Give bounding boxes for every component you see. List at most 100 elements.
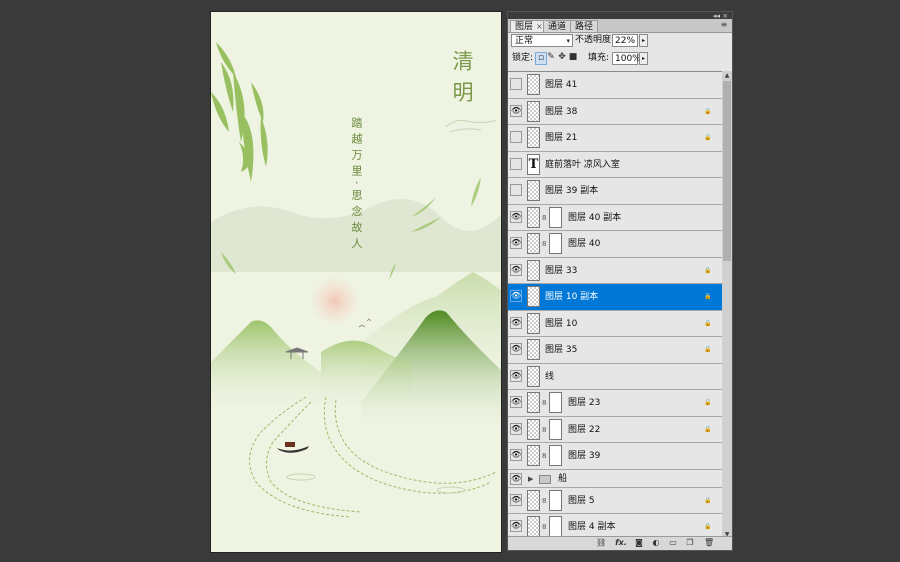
layer-row[interactable]: 👁 8 图层 40 副本 [508,204,722,232]
layer-row[interactable]: 图层 41 [508,72,722,99]
layer-group-row[interactable]: 👁 ▶ 船 [508,469,722,488]
layer-row[interactable]: 👁 8 图层 23 🔒 [508,390,722,417]
tab-channels[interactable]: 通道 [543,20,572,32]
layer-row[interactable]: 👁 8 图层 5 🔒 [508,487,722,515]
layer-row[interactable]: T 庭前落叶 凉风入室 [508,151,722,179]
tab-close-icon[interactable]: × [536,22,543,31]
layer-name[interactable]: 图层 39 副本 [545,178,598,205]
fx-icon[interactable]: fx. [614,538,628,548]
visibility-eye-icon[interactable]: 👁 [510,472,522,485]
mask-link-chain-icon[interactable]: 8 [542,452,546,460]
layer-row[interactable]: 👁 图层 10 🔒 [508,310,722,338]
adjustment-icon[interactable]: ◐ [651,538,661,548]
layer-thumbnail[interactable] [527,259,540,281]
layer-name[interactable]: 庭前落叶 凉风入室 [545,152,620,179]
layer-thumbnail[interactable] [527,312,540,334]
layer-thumbnail[interactable] [527,180,540,201]
layer-mask-thumbnail[interactable] [549,233,562,254]
layer-name[interactable]: 图层 10 副本 [545,284,598,311]
scroll-thumb[interactable] [723,81,731,261]
layer-row[interactable]: 👁 8 图层 40 [508,231,722,258]
layer-row[interactable]: 👁 图层 38 🔒 [508,98,722,126]
mask-link-chain-icon[interactable]: 8 [542,399,546,407]
lock-position-icon[interactable]: ✥ [557,52,567,63]
layer-name[interactable]: 船 [558,470,567,488]
layer-row[interactable]: 👁 8 图层 39 [508,443,722,470]
layer-thumbnail[interactable] [527,127,540,148]
layer-name[interactable]: 图层 35 [545,337,577,364]
layer-name[interactable]: 图层 23 [568,390,600,417]
layer-name[interactable]: 线 [545,364,554,391]
layer-thumbnail[interactable] [527,418,540,440]
lock-all-icon[interactable]: ■ [568,52,578,63]
layer-thumbnail[interactable] [527,392,540,413]
visibility-eye-icon[interactable] [510,78,522,90]
lock-image-pixels-icon[interactable]: ✎ [546,52,556,63]
mask-link-chain-icon[interactable]: 8 [542,497,546,505]
visibility-eye-icon[interactable]: 👁 [510,237,522,249]
layer-mask-thumbnail[interactable] [549,445,562,466]
layer-name[interactable]: 图层 40 [568,231,600,258]
layer-row[interactable]: 👁 图层 33 🔒 [508,257,722,285]
layer-thumbnail[interactable] [527,206,540,228]
blend-mode-select[interactable]: 正常 ▾ [511,34,573,47]
fill-slider-arrow-icon[interactable]: ▸ [639,52,648,65]
layer-row[interactable]: 👁 图层 10 副本 🔒 [508,284,722,311]
layer-thumbnail[interactable] [527,286,540,307]
new-layer-icon[interactable]: ❐ [685,538,695,548]
visibility-eye-icon[interactable]: 👁 [510,520,522,532]
layer-name[interactable]: 图层 22 [568,417,600,444]
layer-thumbnail[interactable] [527,100,540,122]
layer-mask-thumbnail[interactable] [549,392,562,413]
fill-input[interactable]: 100% [612,52,641,65]
layer-thumbnail[interactable] [527,233,540,254]
layer-row[interactable]: 👁 图层 35 🔒 [508,337,722,364]
layer-name[interactable]: 图层 41 [545,72,577,99]
layer-thumbnail[interactable] [527,489,540,511]
layer-row[interactable]: 图层 39 副本 [508,178,722,205]
layer-mask-thumbnail[interactable] [549,489,562,511]
mask-icon[interactable]: ◙ [634,538,644,548]
layer-row[interactable]: 👁 线 [508,363,722,391]
layer-row[interactable]: 👁 8 图层 22 🔒 [508,416,722,444]
visibility-eye-icon[interactable] [510,157,522,170]
mask-link-chain-icon[interactable]: 8 [542,426,546,434]
layer-name[interactable]: 图层 33 [545,258,577,285]
opacity-input[interactable]: 22% [612,34,638,47]
layer-thumbnail[interactable] [527,339,540,360]
layer-thumbnail[interactable] [527,74,540,95]
document-canvas[interactable]: 清明 踏越万里·思念故人 [210,11,502,553]
layer-mask-thumbnail[interactable] [549,418,562,440]
layer-name[interactable]: 图层 10 [545,311,577,338]
visibility-eye-icon[interactable]: 👁 [510,396,522,408]
visibility-eye-icon[interactable] [510,184,522,196]
layer-thumbnail[interactable] [527,365,540,387]
link-icon[interactable]: ⛓ [596,538,606,548]
opacity-slider-arrow-icon[interactable]: ▸ [639,34,648,47]
text-layer-thumbnail[interactable]: T [527,153,540,175]
visibility-eye-icon[interactable]: 👁 [510,343,522,355]
visibility-eye-icon[interactable]: 👁 [510,104,522,117]
group-expand-arrow-icon[interactable]: ▶ [528,470,533,488]
layer-row[interactable]: 图层 21 🔒 [508,125,722,152]
trash-icon[interactable]: 🗑 [704,538,714,548]
visibility-eye-icon[interactable] [510,131,522,143]
visibility-eye-icon[interactable]: 👁 [510,422,522,435]
visibility-eye-icon[interactable]: 👁 [510,263,522,276]
mask-link-chain-icon[interactable]: 8 [542,240,546,248]
visibility-eye-icon[interactable]: 👁 [510,493,522,506]
layer-name[interactable]: 图层 40 副本 [568,205,621,232]
layer-name[interactable]: 图层 5 [568,488,595,515]
layer-name[interactable]: 图层 21 [545,125,577,152]
mask-link-chain-icon[interactable]: 8 [542,214,546,222]
layer-mask-thumbnail[interactable] [549,516,562,537]
layer-thumbnail[interactable] [527,516,540,537]
visibility-eye-icon[interactable]: 👁 [510,210,522,223]
tab-paths[interactable]: 路径 [570,20,599,32]
layer-name[interactable]: 图层 38 [545,99,577,126]
panel-menu-icon[interactable]: ≡ [719,20,729,30]
layer-name[interactable]: 图层 39 [568,443,600,470]
layers-scrollbar[interactable]: ▲ ▼ [722,71,732,539]
visibility-eye-icon[interactable]: 👁 [510,369,522,382]
group-icon[interactable]: ▭ [668,538,678,548]
